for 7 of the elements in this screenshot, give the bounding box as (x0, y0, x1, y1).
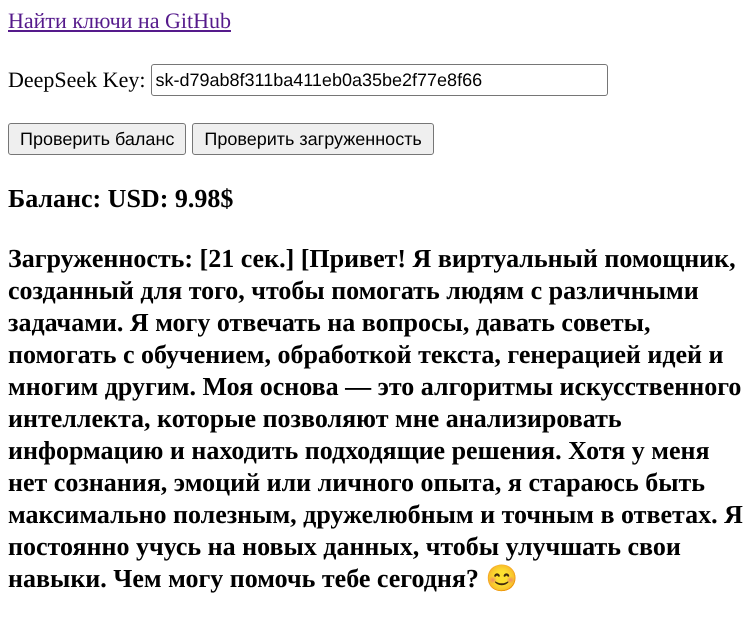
check-button[interactable]: Проверить загруженность (192, 123, 434, 155)
balance-heading: Баланс: USD: 9.98$ (8, 183, 234, 215)
github-link[interactable]: Найти ключи на GitHub (8, 8, 231, 33)
key-field[interactable]: sk-d79ab8f311ba411eb0a35be2f77e8f66 (151, 64, 608, 96)
check-button[interactable]: Проверить баланс (8, 123, 186, 155)
load-text: Загруженность: [21 сек.] [Привет! Я виртуальный помощник, созданный для того, чтобы помогать людям с различными задачами. Я могу отвечать на вопросы, давать советы, помогать с обучением, обработкой текста, генерацией идей и многим другим. Моя основа — это алгоритмы искусственного интеллекта, которые позволяют мне анализировать информацию и находить подходящие решения. Хотя у меня нет сознания, эмоций или личного опыта, я стараюсь быть максимально полезным, дружелюбным и точным в ответах. Я постоянно учусь на новых данных, чтобы улучшать свои навыки. Чем могу помочь тебе сегодня? 😊 (8, 243, 744, 595)
key-label: DeepSeek Key: (8, 67, 146, 93)
